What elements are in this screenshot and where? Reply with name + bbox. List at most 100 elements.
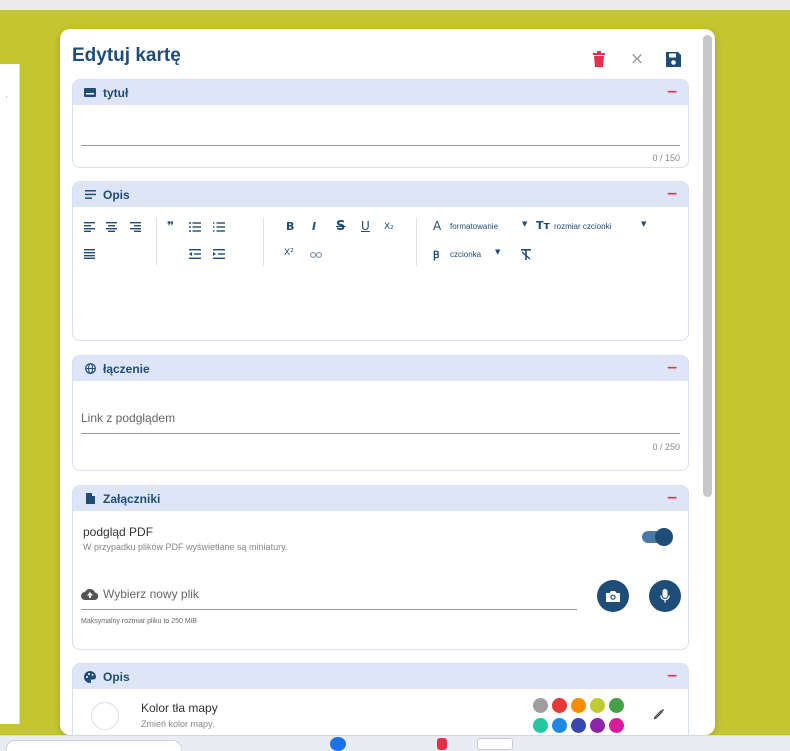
bold-button[interactable]: B	[286, 220, 294, 233]
pdf-preview-title: podgląd PDF	[83, 525, 154, 539]
color-swatch[interactable]	[609, 698, 624, 713]
title-input-underline	[81, 145, 680, 146]
chevron-down-icon: ▼	[641, 220, 647, 228]
color-swatch[interactable]	[533, 698, 548, 713]
toolbar-divider	[156, 218, 157, 266]
edit-card-dialog: Edytuj kartę × tytuł − 0 / 150 Opis − ❞ …	[60, 29, 715, 735]
title-input[interactable]	[73, 105, 688, 145]
font-size-dropdown[interactable]: Tт rozmiar czcionki ▼	[536, 218, 656, 234]
font-size-label: rozmiar czcionki	[554, 222, 612, 231]
title-section-header[interactable]: tytuł −	[73, 80, 688, 105]
collapse-map-style-button[interactable]: −	[666, 668, 678, 684]
eyedropper-icon[interactable]	[653, 708, 665, 720]
link-counter: 0 / 250	[652, 442, 680, 452]
description-section-label: Opis	[103, 187, 130, 202]
font-family-icon: Ꞵ	[433, 250, 440, 261]
attachments-section-label: Załączniki	[103, 491, 161, 506]
superscript-button[interactable]: X²	[284, 248, 294, 258]
font-label: czcionka	[450, 250, 482, 259]
chevron-down-icon: ▼	[522, 220, 528, 228]
close-icon: ×	[629, 49, 645, 69]
toolbar-divider	[416, 218, 417, 266]
file-input-underline	[81, 609, 577, 610]
numbered-list-icon[interactable]	[213, 222, 225, 232]
formatting-dropdown[interactable]: A formatowanie ▼	[433, 218, 533, 234]
map-style-section-header[interactable]: Opis −	[73, 664, 688, 689]
description-section-header[interactable]: Opis −	[73, 182, 688, 207]
indent-icon[interactable]	[213, 249, 225, 259]
toggle-knob	[655, 528, 673, 546]
map-style-section: Opis − Kolor tła mapy Zmień kolor mapy.	[72, 663, 689, 735]
collapse-link-button[interactable]: −	[666, 360, 678, 376]
background-panel: ·	[0, 64, 20, 724]
attachments-section-header[interactable]: Załączniki −	[73, 486, 688, 511]
clear-formatting-icon[interactable]	[521, 249, 531, 260]
link-icon[interactable]	[310, 252, 322, 258]
title-counter: 0 / 150	[652, 153, 680, 163]
italic-button[interactable]: I	[312, 220, 316, 233]
underline-button[interactable]: U	[361, 219, 370, 233]
color-swatch[interactable]	[571, 718, 586, 733]
link-input-underline	[81, 433, 680, 434]
outdent-icon[interactable]	[189, 249, 201, 259]
toolbar-divider	[263, 218, 264, 266]
microphone-icon	[660, 589, 670, 603]
strikethrough-button[interactable]: S	[336, 219, 345, 234]
pdf-preview-toggle[interactable]	[642, 528, 673, 546]
chevron-down-icon: ▼	[495, 248, 501, 256]
file-icon	[83, 492, 97, 506]
subscript-button[interactable]: X₂	[384, 222, 394, 232]
palette-icon	[83, 670, 97, 684]
collapse-title-button[interactable]: −	[666, 84, 678, 100]
microphone-button[interactable]	[649, 580, 681, 612]
bullet-list-icon[interactable]	[189, 222, 201, 232]
collapse-attachments-button[interactable]: −	[666, 490, 678, 506]
link-section-header[interactable]: łączenie −	[73, 356, 688, 381]
map-style-section-label: Opis	[103, 669, 130, 684]
current-color-preview[interactable]	[91, 702, 119, 730]
trash-icon	[593, 51, 605, 67]
font-dropdown[interactable]: Ꞵ czcionka ▼	[433, 246, 513, 262]
browser-top-bar	[0, 0, 790, 10]
delete-button[interactable]	[589, 49, 609, 69]
color-swatch[interactable]	[571, 698, 586, 713]
color-swatch[interactable]	[590, 718, 605, 733]
text-format-icon: A	[433, 219, 442, 233]
save-button[interactable]	[663, 49, 683, 69]
card-icon	[83, 86, 97, 100]
camera-icon	[606, 591, 620, 602]
color-swatch-grid	[533, 698, 633, 735]
formatting-label: formatowanie	[450, 222, 499, 231]
color-swatch[interactable]	[552, 698, 567, 713]
camera-button[interactable]	[597, 580, 629, 612]
collapse-description-button[interactable]: −	[666, 186, 678, 202]
app-icon[interactable]	[477, 738, 513, 750]
taskbar-search[interactable]	[6, 740, 182, 751]
map-background-title: Kolor tła mapy	[141, 701, 218, 715]
app-icon[interactable]	[330, 737, 346, 751]
align-right-icon[interactable]	[130, 222, 141, 232]
dialog-scrollbar[interactable]	[703, 35, 712, 497]
color-swatch[interactable]	[533, 718, 548, 733]
app-icon[interactable]	[437, 738, 447, 750]
description-editor[interactable]	[73, 274, 688, 340]
align-left-icon[interactable]	[84, 222, 95, 232]
close-button[interactable]: ×	[627, 49, 647, 69]
font-size-icon: Tт	[536, 219, 550, 232]
quote-icon[interactable]: ❞	[167, 219, 174, 233]
title-section-label: tytuł	[103, 85, 129, 100]
link-section: łączenie − Link z podglądem 0 / 250	[72, 355, 689, 471]
color-swatch[interactable]	[590, 698, 605, 713]
taskbar	[0, 735, 790, 751]
description-section: Opis − ❞ B I S U X₂ X² A formatowanie ▼	[72, 181, 689, 341]
max-file-size-hint: Maksymalny rozmiar pliku to 250 MiB	[81, 618, 197, 625]
align-center-icon[interactable]	[106, 222, 117, 232]
globe-icon	[83, 362, 97, 376]
color-swatch[interactable]	[609, 718, 624, 733]
align-justify-icon[interactable]	[84, 249, 95, 259]
choose-file-input[interactable]: Wybierz nowy plik	[103, 587, 199, 601]
dialog-title: Edytuj kartę	[72, 45, 181, 66]
color-swatch[interactable]	[552, 718, 567, 733]
link-input[interactable]: Link z podglądem	[81, 411, 175, 425]
save-icon	[665, 51, 681, 67]
